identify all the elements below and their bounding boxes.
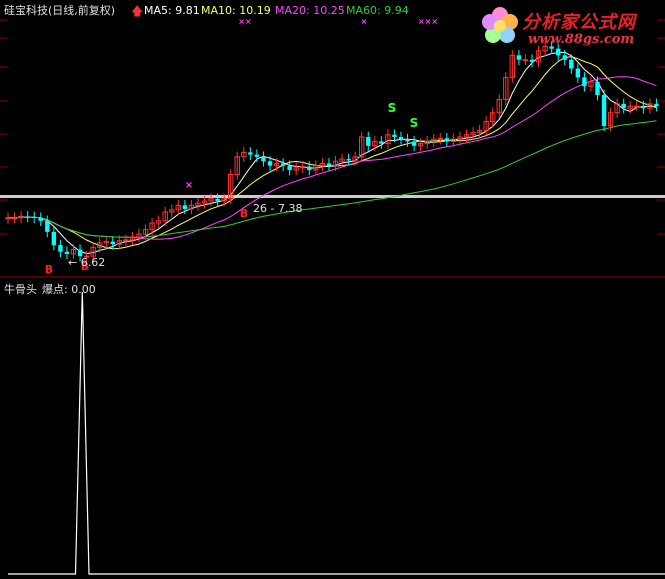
candle-body — [267, 161, 273, 166]
ma10-line — [8, 56, 657, 250]
candle-body — [58, 245, 63, 252]
candle-body — [398, 136, 404, 140]
candle-body — [248, 152, 253, 155]
candle-body — [411, 141, 417, 146]
price-chart: B BBSS××× × ××× — [0, 17, 665, 575]
candle-body — [307, 166, 312, 171]
candle-body — [110, 241, 115, 245]
candle-body — [582, 77, 587, 87]
chart-window: { "header": { "stock_name": "硅宝科技(日线,前复权… — [0, 0, 665, 579]
cross-marker: × — [361, 17, 368, 26]
candle-body — [654, 103, 659, 107]
candle-body — [123, 239, 129, 242]
candle-body — [529, 59, 535, 62]
cross-marker: ××× — [418, 17, 438, 26]
candle-body — [516, 55, 522, 60]
candle-body — [641, 106, 646, 109]
candle-body — [51, 231, 57, 246]
cross-marker: ×× — [238, 17, 251, 26]
candle-body — [444, 138, 450, 142]
candle-body — [437, 137, 444, 140]
reference-band — [0, 195, 665, 198]
candle-body — [621, 103, 626, 109]
candle-body — [11, 217, 18, 220]
candle-body — [32, 216, 37, 218]
candle-body — [562, 55, 567, 60]
buy-marker: B — [45, 263, 53, 276]
candle-body — [254, 154, 260, 157]
candle-body — [45, 220, 50, 232]
candle-body — [522, 59, 529, 62]
indicator-line — [8, 291, 665, 575]
candle-body — [601, 95, 607, 126]
indicator-value: 爆点: 0.00 — [42, 283, 96, 296]
candle-body — [5, 217, 11, 220]
candle-body — [38, 217, 43, 221]
sell-marker: S — [410, 116, 419, 130]
candle-body — [405, 139, 410, 142]
indicator-name: 牛骨头 — [4, 283, 37, 296]
buy-marker: B — [240, 207, 248, 220]
candle-body — [326, 163, 332, 166]
candlesticks — [5, 41, 659, 262]
candle-body — [556, 48, 561, 56]
range-label: 26 - 7.38 — [253, 202, 303, 215]
ma20-line — [8, 76, 657, 240]
ma5-line — [8, 51, 657, 255]
candle-body — [64, 251, 70, 254]
low-price-label: ← 6.62 — [68, 256, 106, 269]
candle-body — [182, 205, 188, 209]
moving-averages — [8, 51, 657, 255]
candle-body — [366, 136, 371, 146]
candle-body — [549, 46, 554, 49]
candle-body — [287, 165, 292, 171]
candle-body — [569, 59, 574, 69]
candle-body — [392, 134, 397, 137]
candle-body — [346, 159, 351, 161]
cross-marker: × — [185, 180, 193, 191]
candle-body — [280, 163, 286, 166]
indicator-panel — [8, 291, 665, 575]
candle-body — [215, 198, 220, 201]
candle-body — [25, 216, 30, 218]
sell-marker: S — [388, 101, 397, 115]
ma60-line — [8, 120, 657, 238]
candle-body — [634, 105, 640, 108]
candle-body — [261, 156, 266, 162]
candle-body — [575, 68, 581, 78]
candle-body — [379, 141, 384, 144]
candle-body — [595, 81, 600, 96]
